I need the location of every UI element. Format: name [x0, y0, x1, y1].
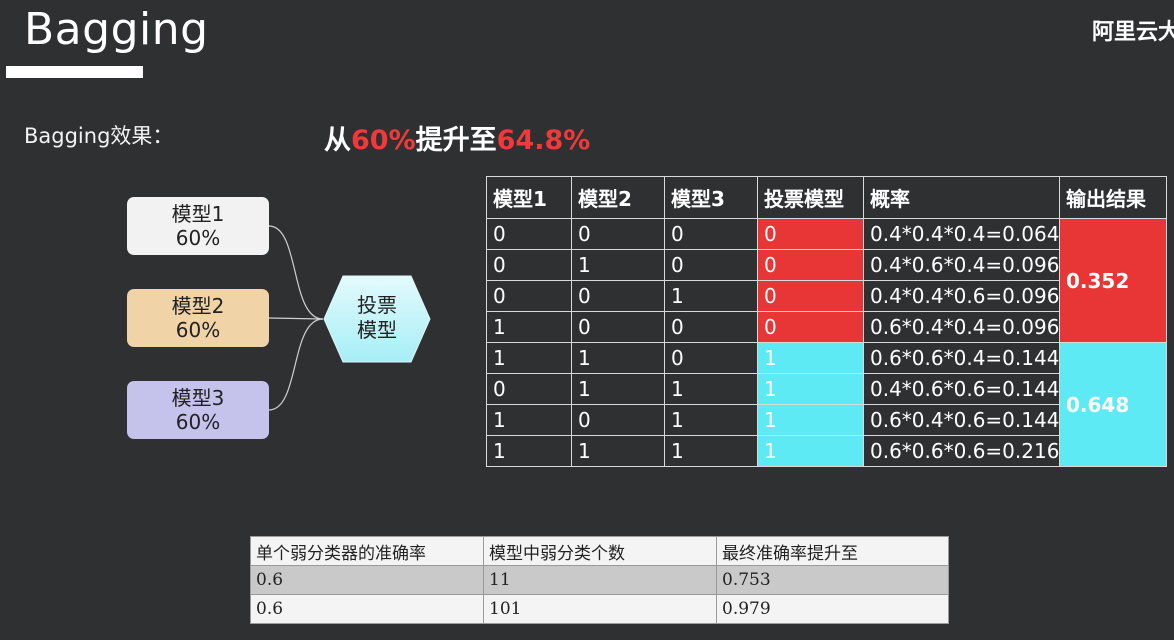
probability-cell: 0.4*0.6*0.4=0.096 — [863, 249, 1060, 281]
summary-cell: 11 — [483, 565, 717, 595]
model-name: 模型2 — [171, 294, 225, 318]
header-probability: 概率 — [863, 176, 1060, 219]
cell: 0 — [664, 311, 758, 343]
cell: 0 — [664, 342, 758, 374]
cell: 1 — [486, 311, 572, 343]
vote-cell: 0 — [757, 311, 864, 343]
summary-cell: 0.979 — [716, 594, 949, 624]
model-accuracy: 60% — [175, 318, 221, 342]
cell: 1 — [571, 342, 665, 374]
cell: 0 — [486, 218, 572, 250]
probability-cell: 0.6*0.4*0.4=0.096 — [863, 311, 1060, 343]
vote-label-line1: 投票 — [357, 293, 397, 317]
table-row: 1 1 0 1 0.6*0.6*0.4=0.144 0.648 — [486, 342, 1167, 467]
summary-cell: 0.753 — [716, 565, 949, 595]
vote-cell: 1 — [757, 373, 864, 405]
model-accuracy: 60% — [175, 226, 221, 250]
vote-label: 投票 模型 — [323, 293, 431, 343]
summary-row: 0.6 11 0.753 — [250, 565, 949, 595]
connector-model3 — [268, 318, 324, 411]
model-box-2: 模型2 60% — [127, 289, 269, 347]
vote-cell: 1 — [757, 404, 864, 436]
cell: 0 — [486, 249, 572, 281]
header-model2: 模型2 — [571, 176, 665, 219]
header-vote: 投票模型 — [757, 176, 864, 219]
model-name: 模型1 — [171, 202, 225, 226]
cell: 1 — [664, 373, 758, 405]
vote-cell: 1 — [757, 342, 864, 374]
probability-cell: 0.4*0.4*0.4=0.064 — [863, 218, 1060, 250]
cell: 1 — [486, 404, 572, 436]
cell: 1 — [571, 249, 665, 281]
probability-cell: 0.6*0.4*0.6=0.144 — [863, 404, 1060, 436]
vote-model-hexagon: 投票 模型 — [323, 275, 431, 363]
probability-table: 模型1 模型2 模型3 投票模型 概率 输出结果 0 0 0 0 0.4*0.4… — [486, 176, 1167, 467]
connector-model2 — [268, 317, 324, 320]
cell: 1 — [664, 280, 758, 312]
table-header-row: 模型1 模型2 模型3 投票模型 概率 输出结果 — [486, 176, 1167, 219]
accuracy-summary-table: 单个弱分类器的准确率 模型中弱分类个数 最终准确率提升至 0.6 11 0.75… — [250, 536, 949, 624]
header-output: 输出结果 — [1059, 176, 1167, 219]
slide: Bagging 阿里云大 Bagging效果： 从60%提升至64.8% 模型1… — [0, 0, 1174, 640]
probability-cell: 0.6*0.6*0.4=0.144 — [863, 342, 1060, 374]
vote-cell: 0 — [757, 280, 864, 312]
model-name: 模型3 — [171, 386, 225, 410]
summary-cell: 101 — [483, 594, 717, 624]
cell: 1 — [571, 373, 665, 405]
vote-cell: 1 — [757, 435, 864, 467]
cell: 1 — [486, 435, 572, 467]
cell: 0 — [664, 218, 758, 250]
probability-cell: 0.4*0.4*0.6=0.096 — [863, 280, 1060, 312]
summary-header-row: 单个弱分类器的准确率 模型中弱分类个数 最终准确率提升至 — [250, 536, 949, 566]
cell: 0 — [571, 280, 665, 312]
summary-row: 0.6 101 0.979 — [250, 594, 949, 624]
cell: 0 — [486, 280, 572, 312]
cell: 0 — [664, 249, 758, 281]
table-row: 0 0 0 0 0.4*0.4*0.4=0.064 0.352 — [486, 218, 1167, 343]
cell: 1 — [664, 404, 758, 436]
cell: 0 — [571, 218, 665, 250]
cell: 1 — [486, 342, 572, 374]
model-box-1: 模型1 60% — [127, 197, 269, 255]
vote-cell: 0 — [757, 249, 864, 281]
header-model3: 模型3 — [664, 176, 758, 219]
summary-cell: 0.6 — [250, 594, 484, 624]
probability-cell: 0.4*0.6*0.6=0.144 — [863, 373, 1060, 405]
output-result-one: 0.648 — [1059, 342, 1167, 467]
probability-cell: 0.6*0.6*0.6=0.216 — [863, 435, 1060, 467]
cell: 0 — [486, 373, 572, 405]
vote-cell: 0 — [757, 218, 864, 250]
header-model1: 模型1 — [486, 176, 572, 219]
cell: 0 — [571, 311, 665, 343]
summary-header-cell: 模型中弱分类个数 — [483, 536, 717, 566]
summary-header-cell: 最终准确率提升至 — [716, 536, 949, 566]
output-result-zero: 0.352 — [1059, 218, 1167, 343]
connector-model1 — [268, 225, 324, 320]
cell: 1 — [664, 435, 758, 467]
model-accuracy: 60% — [175, 410, 221, 434]
vote-label-line2: 模型 — [357, 318, 397, 342]
summary-cell: 0.6 — [250, 565, 484, 595]
cell: 0 — [571, 404, 665, 436]
summary-header-cell: 单个弱分类器的准确率 — [250, 536, 484, 566]
cell: 1 — [571, 435, 665, 467]
model-box-3: 模型3 60% — [127, 381, 269, 439]
